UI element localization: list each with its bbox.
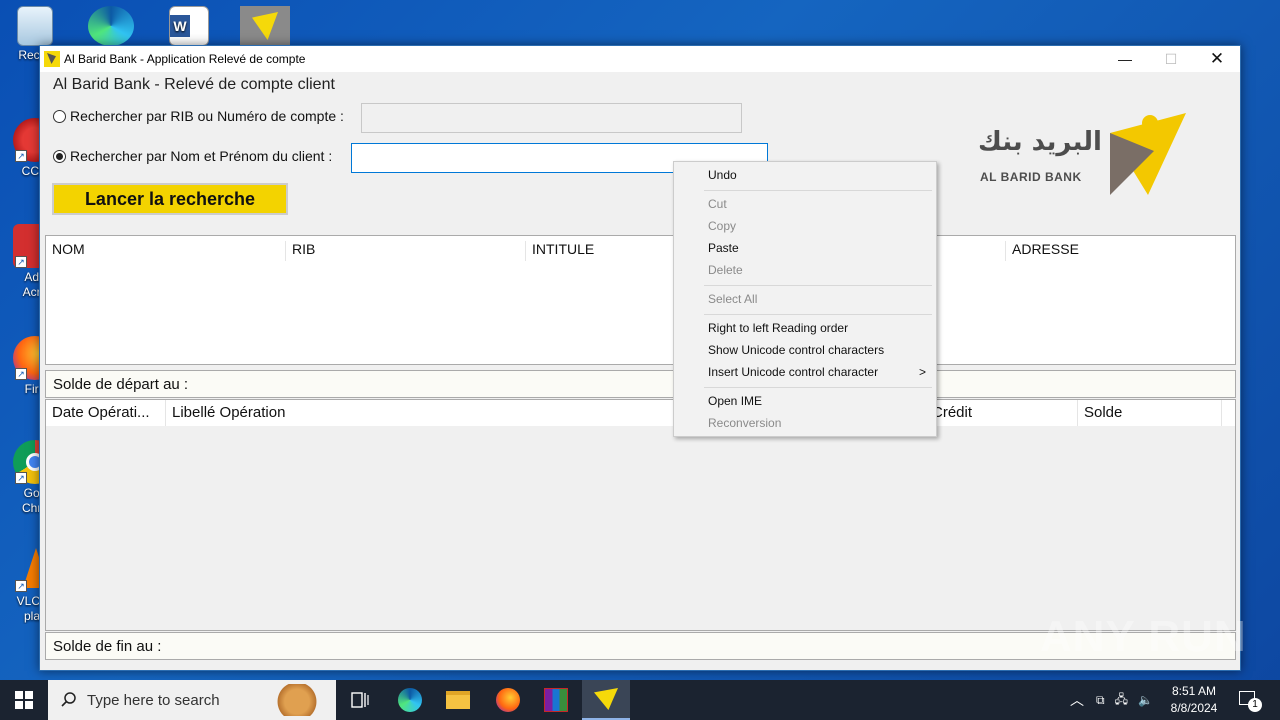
- menu-separator: [704, 190, 932, 191]
- desktop-icon-word[interactable]: W: [158, 6, 220, 48]
- group-title: Al Barid Bank - Relevé de compte client: [53, 76, 335, 93]
- logo-latin-text: AL BARID BANK: [980, 170, 1082, 184]
- rib-input[interactable]: [361, 103, 742, 133]
- solde-depart: Solde de départ au :: [45, 370, 1236, 398]
- shortcut-arrow-icon: ↗: [15, 150, 27, 162]
- radio-rib-label: Rechercher par RIB ou Numéro de compte :: [70, 108, 344, 124]
- network-icon[interactable]: 🖧: [1115, 690, 1128, 711]
- shortcut-arrow-icon: ↗: [15, 256, 27, 268]
- windows-logo-icon: [15, 691, 33, 709]
- column-header-credit[interactable]: Crédit: [926, 400, 1078, 426]
- clock[interactable]: 8:51 AM 8/8/2024: [1160, 683, 1228, 717]
- menu-item-open-ime[interactable]: Open IME: [708, 394, 762, 412]
- close-button[interactable]: ✕: [1194, 46, 1240, 72]
- menu-item-rtl-reading-order[interactable]: Right to left Reading order: [708, 321, 848, 339]
- edge-icon: [88, 6, 134, 46]
- radio-name-label: Rechercher par Nom et Prénom du client :: [70, 148, 333, 164]
- shortcut-arrow-icon: ↗: [15, 580, 27, 592]
- menu-item-copy[interactable]: Copy: [708, 219, 736, 237]
- shortcut-arrow-icon: ↗: [15, 368, 27, 380]
- menu-item-reconversion[interactable]: Reconversion: [708, 416, 781, 434]
- taskbar: Type here to search ︿ ⧉ 🖧 🔈 8:51 AM 8/8/…: [0, 680, 1280, 720]
- search-icon: [61, 692, 76, 707]
- menu-item-delete[interactable]: Delete: [708, 263, 743, 281]
- albarid-app-icon: [594, 688, 618, 710]
- albarid-app-icon: [240, 6, 290, 46]
- anyrun-watermark: ANY RUN: [1040, 612, 1247, 661]
- menu-item-insert-unicode[interactable]: Insert Unicode control character: [708, 365, 878, 383]
- search-button[interactable]: Lancer la recherche: [52, 183, 288, 215]
- folder-icon: [446, 691, 470, 709]
- cat-search-highlight-icon: [276, 684, 318, 716]
- logo-arabic-text: البريد بنك: [978, 127, 1102, 157]
- column-header-adresse[interactable]: ADRESSE: [1006, 241, 1235, 261]
- recycle-bin-icon: [17, 6, 53, 46]
- column-header-date[interactable]: Date Opérati...: [46, 400, 166, 426]
- column-header-rib[interactable]: RIB: [286, 241, 526, 261]
- clock-time: 8:51 AM: [1171, 684, 1217, 698]
- menu-item-cut[interactable]: Cut: [708, 197, 727, 215]
- logo-mark-icon: [1110, 113, 1186, 195]
- taskbar-search[interactable]: Type here to search: [48, 680, 336, 720]
- taskbar-firefox[interactable]: [484, 680, 532, 720]
- operations-table[interactable]: Date Opérati... Libellé Opération Crédit…: [45, 399, 1236, 631]
- taskbar-albarid-app[interactable]: [582, 680, 630, 720]
- radio-button-name[interactable]: [53, 149, 66, 163]
- context-menu: Undo Cut Copy Paste Delete Select All Ri…: [673, 161, 937, 437]
- volume-icon[interactable]: 🔈: [1138, 693, 1153, 707]
- maximize-button[interactable]: ☐: [1148, 46, 1194, 72]
- system-tray: ︿ ⧉ 🖧 🔈: [1070, 680, 1153, 720]
- task-view-button[interactable]: [336, 680, 384, 720]
- edge-icon: [398, 688, 422, 712]
- search-placeholder: Type here to search: [87, 691, 220, 709]
- desktop-icon-edge[interactable]: [80, 6, 142, 48]
- task-view-icon: [351, 692, 369, 708]
- winrar-icon: [544, 688, 568, 712]
- title-bar[interactable]: Al Barid Bank - Application Relevé de co…: [40, 46, 1240, 72]
- minimize-button[interactable]: —: [1102, 46, 1148, 72]
- word-icon: W: [169, 6, 209, 46]
- menu-separator: [704, 285, 932, 286]
- column-header-nom[interactable]: NOM: [46, 241, 286, 261]
- app-icon: [44, 51, 60, 67]
- menu-item-show-unicode[interactable]: Show Unicode control characters: [708, 343, 884, 361]
- taskbar-edge[interactable]: [386, 680, 434, 720]
- start-button[interactable]: [0, 680, 48, 720]
- radio-search-by-name[interactable]: Rechercher par Nom et Prénom du client :: [53, 148, 332, 164]
- radio-button-rib[interactable]: [53, 109, 66, 123]
- menu-separator: [704, 314, 932, 315]
- taskbar-file-explorer[interactable]: [434, 680, 482, 720]
- firefox-icon: [496, 688, 520, 712]
- clients-table[interactable]: NOM RIB INTITULE ADRESSE: [45, 235, 1236, 365]
- app-window: Al Barid Bank - Application Relevé de co…: [39, 45, 1241, 671]
- window-title: Al Barid Bank - Application Relevé de co…: [64, 52, 306, 66]
- desktop-icon-albarid[interactable]: [234, 6, 296, 48]
- notification-button[interactable]: 1: [1236, 688, 1262, 712]
- notification-count-badge: 1: [1248, 698, 1262, 712]
- menu-item-paste[interactable]: Paste: [708, 241, 739, 259]
- menu-separator: [704, 387, 932, 388]
- device-icon[interactable]: ⧉: [1096, 693, 1105, 708]
- menu-item-undo[interactable]: Undo: [708, 168, 737, 186]
- column-header-solde[interactable]: Solde: [1078, 400, 1222, 426]
- submenu-arrow-icon: >: [918, 365, 926, 379]
- menu-item-select-all[interactable]: Select All: [708, 292, 757, 310]
- al-barid-bank-logo: البريد بنك AL BARID BANK: [978, 109, 1193, 201]
- shortcut-arrow-icon: ↗: [15, 472, 27, 484]
- taskbar-winrar[interactable]: [532, 680, 580, 720]
- radio-search-by-rib[interactable]: Rechercher par RIB ou Numéro de compte :: [53, 108, 344, 124]
- chevron-up-icon[interactable]: ︿: [1070, 690, 1084, 710]
- clock-date: 8/8/2024: [1170, 701, 1218, 715]
- operations-table-header: Date Opérati... Libellé Opération Crédit…: [46, 400, 1235, 426]
